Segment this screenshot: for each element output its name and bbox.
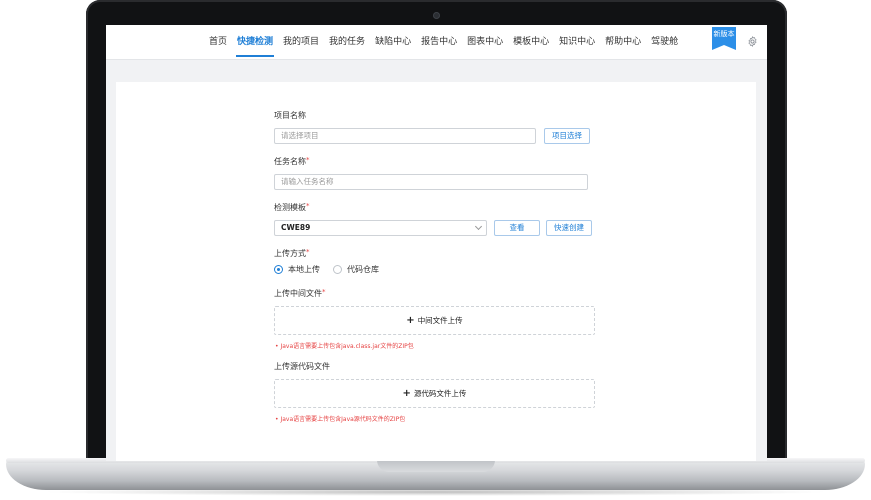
radio-selected-icon [274, 265, 283, 274]
camera-icon [433, 12, 440, 19]
task-name-label: 任务名称* [274, 156, 310, 166]
source-file-hint: • Java语言需要上传包含Java源代码文件的ZIP包 [275, 416, 406, 423]
radio-local-upload[interactable]: 本地上传 [274, 264, 320, 275]
chevron-down-icon [474, 222, 483, 231]
view-template-button[interactable]: 查看 [494, 220, 540, 236]
nav-item-chart-center[interactable]: 图表中心 [462, 25, 508, 59]
nav-list: 首页 快捷检测 我的项目 我的任务 缺陷中心 报告中心 图表中心 模板中心 知识… [204, 25, 683, 59]
intermediate-file-hint: • Java语言需要上传包含java.class.jar文件的ZIP包 [275, 343, 414, 350]
intermediate-file-label: 上传中间文件* [274, 288, 326, 298]
plus-icon: + [406, 315, 415, 326]
top-navigation: 首页 快捷检测 我的项目 我的任务 缺陷中心 报告中心 图表中心 模板中心 知识… [106, 25, 767, 60]
template-select[interactable]: CWE89 [274, 220, 487, 236]
screen: 首页 快捷检测 我的项目 我的任务 缺陷中心 报告中心 图表中心 模板中心 知识… [106, 25, 767, 461]
upload-method-label: 上传方式* [274, 248, 310, 258]
task-name-input[interactable]: 请输入任务名称 [274, 174, 588, 190]
plus-icon: + [402, 388, 411, 399]
project-select-button[interactable]: 项目选择 [544, 128, 590, 144]
quick-create-button[interactable]: 快速创建 [546, 220, 592, 236]
nav-item-quick-detect[interactable]: 快捷检测 [232, 25, 278, 59]
project-name-input[interactable]: 请选择项目 [274, 128, 536, 144]
template-label: 检测模板* [274, 202, 310, 212]
gear-icon[interactable] [747, 36, 758, 47]
intermediate-file-dropzone[interactable]: + 中间文件上传 [274, 306, 595, 335]
form-card: 项目名称 请选择项目 项目选择 任务名称* 请输入任务名称 检测模板* CWE8… [116, 82, 756, 461]
laptop-notch [377, 460, 495, 472]
radio-code-repository[interactable]: 代码仓库 [333, 264, 379, 275]
nav-item-help-center[interactable]: 帮助中心 [600, 25, 646, 59]
new-version-badge[interactable]: 新版本 [712, 27, 736, 50]
nav-item-home[interactable]: 首页 [204, 25, 232, 59]
project-name-label: 项目名称 [274, 111, 306, 120]
nav-item-my-tasks[interactable]: 我的任务 [324, 25, 370, 59]
nav-item-my-projects[interactable]: 我的项目 [278, 25, 324, 59]
source-file-label: 上传源代码文件 [274, 362, 330, 371]
nav-item-defect-center[interactable]: 缺陷中心 [370, 25, 416, 59]
nav-item-report-center[interactable]: 报告中心 [416, 25, 462, 59]
nav-item-knowledge-center[interactable]: 知识中心 [554, 25, 600, 59]
nav-item-template-center[interactable]: 模板中心 [508, 25, 554, 59]
nav-item-cockpit[interactable]: 驾驶舱 [646, 25, 683, 59]
source-file-dropzone[interactable]: + 源代码文件上传 [274, 379, 595, 408]
radio-unselected-icon [333, 265, 342, 274]
